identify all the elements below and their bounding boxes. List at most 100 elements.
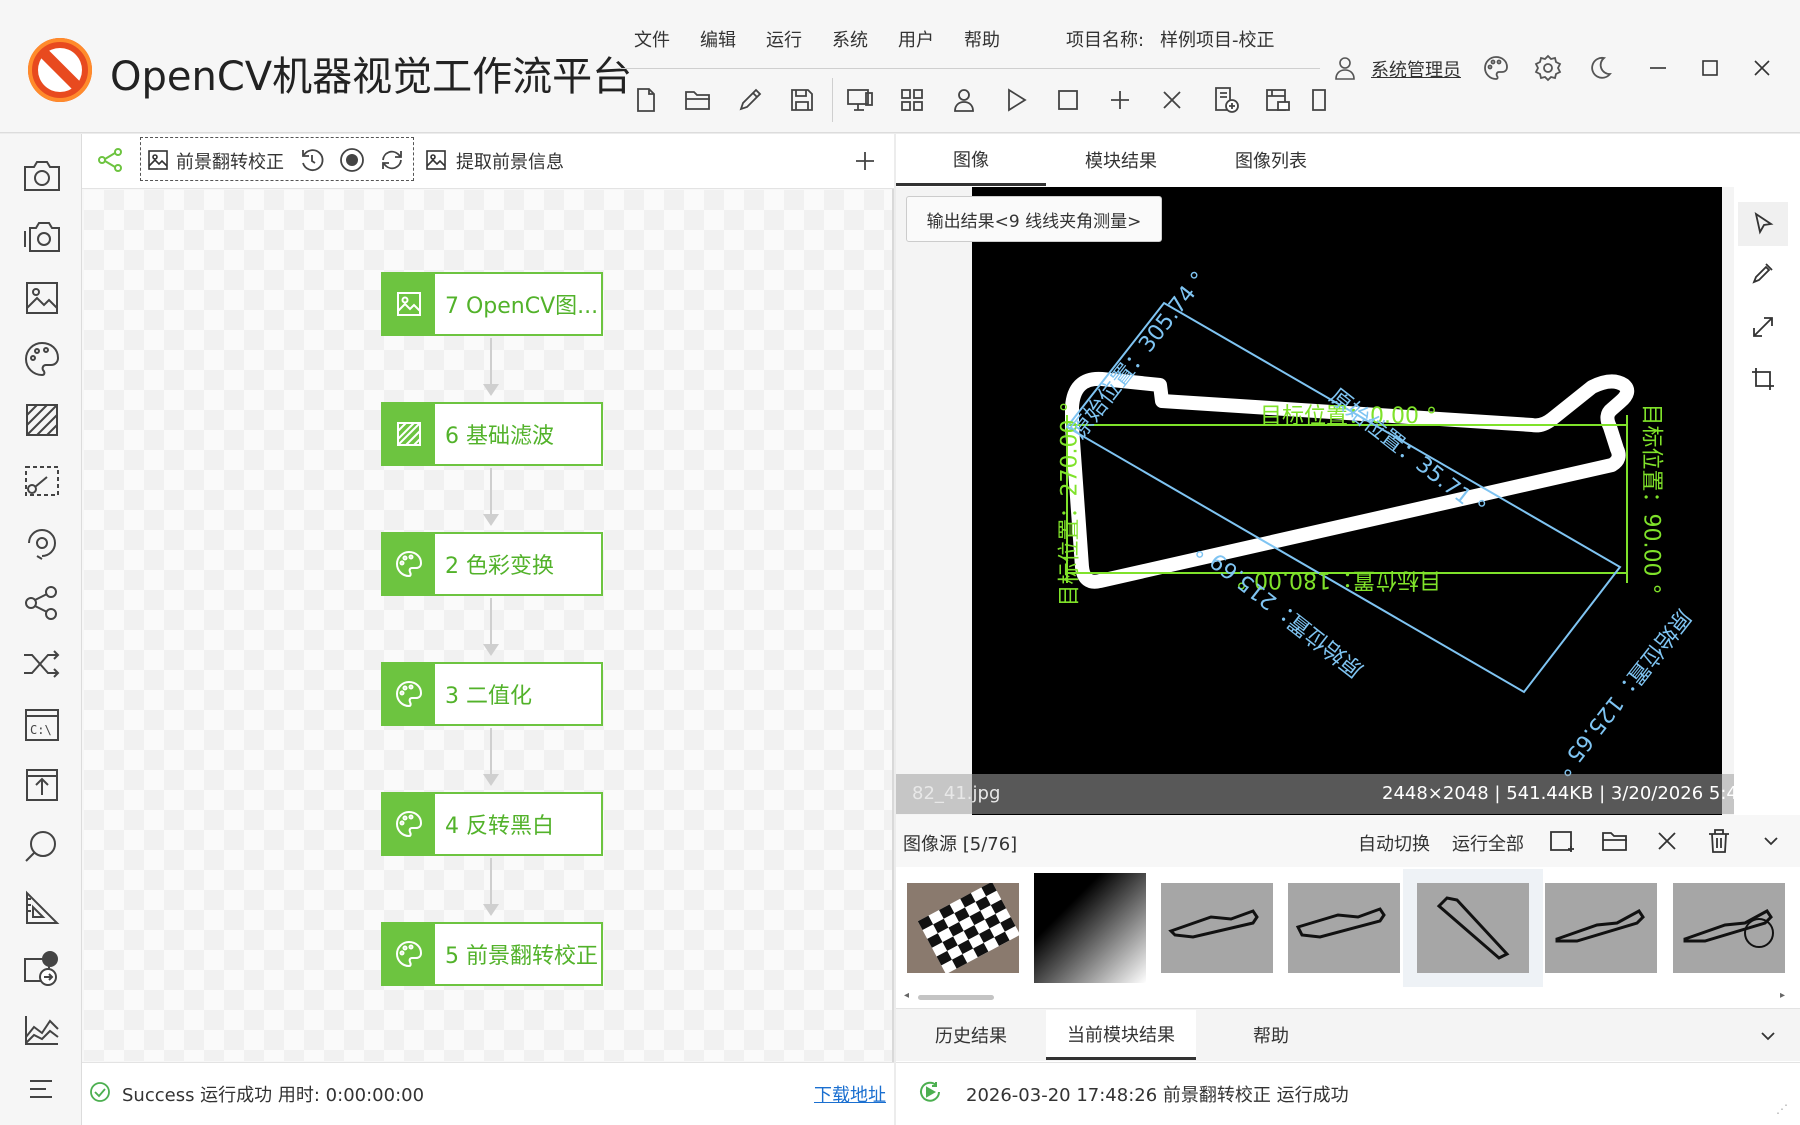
svg-text:C:\: C:\ [30,723,52,737]
fit-expand-icon[interactable] [1748,312,1778,342]
download-link[interactable]: 下载地址 [814,1081,886,1107]
thumbnail-4[interactable] [1288,883,1400,973]
thumbnail-gradient[interactable] [1034,873,1146,983]
area-chart-icon[interactable] [20,1008,64,1052]
add-icon[interactable] [1102,82,1138,118]
add-document-icon[interactable] [1208,82,1244,118]
image-icon[interactable] [20,276,64,320]
window-close-icon[interactable] [1748,54,1776,82]
flow-node-binarize[interactable]: 3 二值化 [381,662,603,726]
tab-image-icon [146,148,170,172]
chevron-down-icon[interactable] [1756,826,1786,856]
play-icon[interactable] [998,82,1034,118]
thumbnail-6[interactable] [1545,883,1657,973]
thumbnail-5-selected[interactable] [1403,869,1543,987]
menu-user[interactable]: 用户 [898,26,934,52]
output-result-dropdown[interactable]: 输出结果<9 线线夹角测量> [906,196,1162,242]
camera-icon[interactable] [20,154,64,198]
connector-arrow [483,904,499,916]
node-graph-icon[interactable] [20,581,64,625]
dark-mode-moon-icon[interactable] [1586,54,1614,82]
save-icon[interactable] [784,82,820,118]
add-image-icon[interactable] [1548,826,1578,856]
auto-switch-button[interactable]: 自动切换 [1358,830,1430,856]
open-folder-icon[interactable] [680,82,716,118]
more-toolbar-icon[interactable] [1308,82,1326,118]
node-label: 7 OpenCV图... [445,294,599,319]
search-icon[interactable] [20,825,64,869]
database-export-icon[interactable] [1260,82,1296,118]
remove-x-icon[interactable] [1652,826,1682,856]
color-palette-icon[interactable] [20,337,64,381]
pointer-select-icon[interactable] [1738,202,1788,246]
thumbnail-7[interactable] [1673,883,1785,973]
stop-icon[interactable] [1050,82,1086,118]
upload-export-icon[interactable] [20,764,64,808]
menu-system[interactable]: 系统 [832,26,868,52]
flow-node-opencv-image[interactable]: 7 OpenCV图... [381,272,603,336]
open-folder-icon[interactable] [1600,826,1630,856]
maximize-icon[interactable] [1696,54,1724,82]
scroll-left-arrow-icon[interactable]: ◂ [904,990,909,1001]
scrollbar-thumb[interactable] [918,995,994,1000]
tab-module-result[interactable]: 模块结果 [1046,134,1196,186]
tab-history-results[interactable]: 历史结果 [896,1010,1046,1060]
filter-hatch-icon [383,404,435,464]
filter-hatch-icon[interactable] [20,398,64,442]
connector [490,598,492,644]
record-icon[interactable] [338,146,366,174]
settings-gear-icon[interactable] [1534,54,1562,82]
modules-icon[interactable] [894,82,930,118]
menu-edit[interactable]: 编辑 [700,26,736,52]
tab-current-module-result[interactable]: 当前模块结果 [1046,1010,1196,1060]
menu-file[interactable]: 文件 [634,26,670,52]
device-transfer-icon[interactable] [20,947,64,991]
color-picker-icon[interactable] [1748,258,1778,288]
edit-icon[interactable] [732,82,768,118]
user-name-link[interactable]: 系统管理员 [1371,56,1461,82]
user-account-icon[interactable] [946,82,982,118]
crop-icon[interactable] [1748,364,1778,394]
flow-node-invert[interactable]: 4 反转黑白 [381,792,603,856]
theme-palette-icon[interactable] [1482,54,1510,82]
toolbar-separator [832,78,833,122]
add-tab-icon[interactable] [852,148,878,174]
thumbnail-3[interactable] [1161,883,1273,973]
monitor-icon[interactable] [842,82,878,118]
tab-active-label: 前景翻转校正 [176,152,284,173]
share-nodes-icon[interactable] [96,146,124,174]
new-file-icon[interactable] [628,82,664,118]
loop-refresh-icon[interactable] [378,146,406,174]
app-logo-icon [26,36,94,104]
resize-grip-icon[interactable]: ⋰ [1776,1102,1788,1116]
scroll-right-arrow-icon[interactable]: ▸ [1780,990,1785,1001]
tab-help[interactable]: 帮助 [1196,1010,1346,1060]
menu-run[interactable]: 运行 [766,26,802,52]
connector [490,858,492,904]
minimize-icon[interactable] [1644,54,1672,82]
image-file-name: 82_41.jpg [912,783,1001,804]
command-line-icon[interactable]: C:\ [20,703,64,747]
thumbnail-checkerboard[interactable] [907,883,1019,973]
crop-select-icon[interactable] [20,459,64,503]
collapse-chevron-icon[interactable] [1756,1024,1780,1048]
thumbnail-scrollbar[interactable] [904,990,1784,1004]
multi-camera-icon[interactable] [20,215,64,259]
undo-history-icon[interactable] [298,146,326,174]
image-source-title: 图像源 [5/76] [903,834,1018,855]
delete-trash-icon[interactable] [1704,826,1734,856]
close-x-icon[interactable] [1154,82,1190,118]
hamburger-menu-icon[interactable] [20,1074,64,1104]
flow-node-basic-filter[interactable]: 6 基础滤波 [381,402,603,466]
menu-help[interactable]: 帮助 [964,26,1000,52]
flow-node-color-transform[interactable]: 2 色彩变换 [381,532,603,596]
connector [490,468,492,514]
measure-tool-icon[interactable] [20,886,64,930]
run-all-button[interactable]: 运行全部 [1452,830,1524,856]
flow-node-foreground-flip[interactable]: 5 前景翻转校正 [381,922,603,986]
shuffle-icon[interactable] [20,642,64,686]
tab-image[interactable]: 图像 [896,134,1046,186]
tab-extract-foreground[interactable]: 提取前景信息 [456,148,564,174]
tab-image-list[interactable]: 图像列表 [1196,134,1346,186]
rotate-search-icon[interactable] [20,520,64,564]
